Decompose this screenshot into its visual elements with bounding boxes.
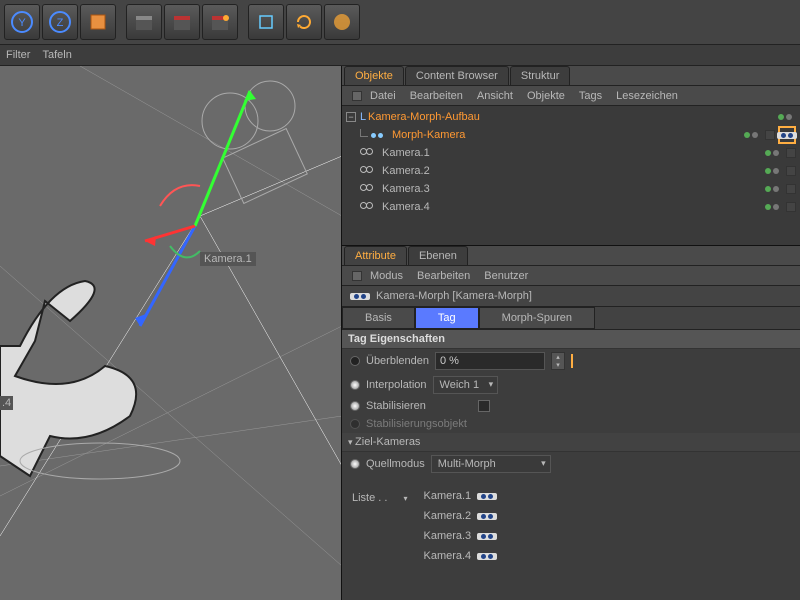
axis-y-button[interactable]: Y <box>4 4 40 40</box>
camera-list[interactable]: Kamera.1 Kamera.2 Kamera.3 Kamera.4 <box>423 490 497 562</box>
menu-edit[interactable]: Bearbeiten <box>410 90 463 102</box>
anim-dot[interactable] <box>350 401 360 411</box>
attribute-manager: Attribute Ebenen Modus Bearbeiten Benutz… <box>342 246 800 600</box>
panel-tabs: Objekte Content Browser Struktur <box>342 66 800 86</box>
camera-view-icon[interactable] <box>765 130 775 140</box>
spinner-blend[interactable]: ▴▾ <box>551 352 565 370</box>
expand-icon[interactable]: − <box>346 112 356 122</box>
viewport-label-cam1: Kamera.1 <box>200 252 256 266</box>
clapper3-button[interactable] <box>202 4 238 40</box>
list-label: Liste . . <box>352 482 387 562</box>
menu-mode[interactable]: Modus <box>370 270 403 282</box>
camera-icon <box>360 184 378 194</box>
svg-text:Z: Z <box>57 17 64 29</box>
axis-z-button[interactable]: Z <box>42 4 78 40</box>
anim-dot <box>350 419 360 429</box>
morph-tag-icon <box>477 493 497 500</box>
tab-structure[interactable]: Struktur <box>510 66 571 85</box>
svg-text:Y: Y <box>18 17 26 29</box>
refresh-button[interactable] <box>286 4 322 40</box>
camera-icon <box>360 202 378 212</box>
panels-menu[interactable]: Tafeln <box>42 49 71 61</box>
viewport-3d[interactable]: Kamera.1 .4 <box>0 66 342 600</box>
viewport-label-cam4: .4 <box>0 396 13 410</box>
tab-layers[interactable]: Ebenen <box>408 246 468 265</box>
menu-view[interactable]: Ansicht <box>477 90 513 102</box>
morph-tag-selected[interactable] <box>778 126 796 144</box>
object-tree[interactable]: − L Kamera-Morph-Aufbau Morph-Kamera Kam… <box>342 106 800 246</box>
anim-dot[interactable] <box>350 380 360 390</box>
node-cam4[interactable]: Kamera.4 <box>382 201 430 213</box>
label-source-mode: Quellmodus <box>366 458 425 470</box>
camera-icon <box>360 148 378 158</box>
cursor-icon <box>571 354 573 368</box>
node-root[interactable]: Kamera-Morph-Aufbau <box>368 111 480 123</box>
list-item: Kamera.4 <box>423 550 497 562</box>
menu-user[interactable]: Benutzer <box>484 270 528 282</box>
camera-view-icon[interactable] <box>786 202 796 212</box>
sub-toolbar: Filter Tafeln <box>0 44 800 66</box>
panel-anchor-icon[interactable] <box>352 271 362 281</box>
btn-basis[interactable]: Basis <box>342 307 415 329</box>
node-cam1[interactable]: Kamera.1 <box>382 147 430 159</box>
btn-morph-tracks[interactable]: Morph-Spuren <box>479 307 595 329</box>
menu-file[interactable]: Datei <box>370 90 396 102</box>
camera-view-icon[interactable] <box>786 184 796 194</box>
anim-dot[interactable] <box>350 356 360 366</box>
morph-tag-icon <box>477 553 497 560</box>
tab-attribute[interactable]: Attribute <box>344 246 407 265</box>
camera-view-icon[interactable] <box>786 148 796 158</box>
input-blend[interactable] <box>435 352 545 370</box>
dropdown-interpolation[interactable]: Weich 1 <box>433 376 499 394</box>
attribute-title: Kamera-Morph [Kamera-Morph] <box>376 290 532 302</box>
highlight-button[interactable] <box>324 4 360 40</box>
camera-view-icon[interactable] <box>786 166 796 176</box>
filter-menu[interactable]: Filter <box>6 49 30 61</box>
label-blend: Überblenden <box>366 355 429 367</box>
morph-tag-icon <box>477 533 497 540</box>
morph-tag-icon <box>477 513 497 520</box>
list-item: Kamera.2 <box>423 510 497 522</box>
dropdown-source-mode[interactable]: Multi-Morph <box>431 455 551 473</box>
panel-anchor-icon[interactable] <box>352 91 362 101</box>
cube-button[interactable] <box>80 4 116 40</box>
menu-bookmarks[interactable]: Lesezeichen <box>616 90 678 102</box>
checkbox-stabilize[interactable] <box>478 400 490 412</box>
label-stabilize: Stabilisieren <box>366 400 426 412</box>
tab-content-browser[interactable]: Content Browser <box>405 66 509 85</box>
node-cam3[interactable]: Kamera.3 <box>382 183 430 195</box>
clapper2-button[interactable] <box>164 4 200 40</box>
main-toolbar: Y Z <box>0 0 800 44</box>
node-cam2[interactable]: Kamera.2 <box>382 165 430 177</box>
tab-objects[interactable]: Objekte <box>344 66 404 85</box>
wireframe-cube-button[interactable] <box>248 4 284 40</box>
section-tag-props: Tag Eigenschaften <box>342 330 800 349</box>
camera-icon <box>360 166 378 176</box>
list-item: Kamera.3 <box>423 530 497 542</box>
objects-menubar: Datei Bearbeiten Ansicht Objekte Tags Le… <box>342 86 800 106</box>
anim-dot[interactable] <box>350 459 360 469</box>
node-morph-camera[interactable]: Morph-Kamera <box>392 129 465 141</box>
morph-camera-icon <box>370 129 388 141</box>
label-stab-object: Stabilisierungsobjekt <box>366 418 467 430</box>
btn-tag[interactable]: Tag <box>415 307 479 329</box>
label-interpolation: Interpolation <box>366 379 427 391</box>
clapper1-button[interactable] <box>126 4 162 40</box>
section-target-cameras[interactable]: Ziel-Kameras <box>342 433 800 452</box>
morph-tag-icon <box>350 293 370 300</box>
menu-objects[interactable]: Objekte <box>527 90 565 102</box>
menu-tags[interactable]: Tags <box>579 90 602 102</box>
menu-edit2[interactable]: Bearbeiten <box>417 270 470 282</box>
list-item: Kamera.1 <box>423 490 497 502</box>
